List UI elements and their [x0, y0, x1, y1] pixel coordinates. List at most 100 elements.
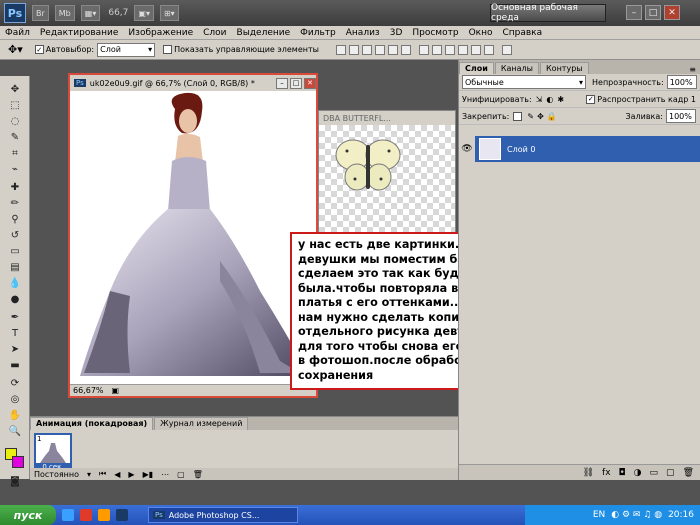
autoselect-checkbox[interactable]: ✓: [34, 45, 44, 54]
panel-menu-icon[interactable]: ≡: [689, 65, 696, 74]
quick-select-tool-icon[interactable]: ✎: [7, 130, 23, 144]
eraser-tool-icon[interactable]: ▭: [7, 244, 23, 258]
align-top-icon[interactable]: [335, 44, 346, 55]
eyedropper-tool-icon[interactable]: ⌁: [7, 162, 23, 176]
menu-edit[interactable]: Редактирование: [35, 28, 124, 38]
firefox-icon[interactable]: [98, 509, 110, 521]
distribute-left-icon[interactable]: [457, 44, 468, 55]
photoshop-quicklaunch-icon[interactable]: [116, 509, 128, 521]
menu-file[interactable]: Файл: [0, 28, 35, 38]
bridge-button[interactable]: Br: [32, 5, 49, 21]
background-color-swatch[interactable]: [12, 456, 24, 468]
layer-row[interactable]: 👁 Слой 0: [459, 136, 700, 162]
document-title-butterfly[interactable]: DBA BUTTERFL...: [319, 111, 455, 125]
fill-input[interactable]: 100%: [666, 109, 696, 123]
propagate-checkbox[interactable]: ✓: [586, 94, 596, 104]
show-controls-checkbox[interactable]: [163, 45, 173, 54]
3d-orbit-tool-icon[interactable]: ◎: [7, 392, 23, 406]
start-button[interactable]: пуск: [0, 505, 56, 525]
tab-layers[interactable]: Слои: [459, 62, 494, 74]
lock-pixels-icon[interactable]: ✎: [527, 112, 534, 121]
arrange-documents-button[interactable]: ▣▾: [134, 5, 154, 21]
gradient-tool-icon[interactable]: ▤: [7, 260, 23, 274]
lock-all-icon[interactable]: 🔒: [547, 112, 557, 121]
new-layer-icon[interactable]: ▢: [666, 468, 675, 478]
distribute-top-icon[interactable]: [418, 44, 429, 55]
tray-icons[interactable]: ◐ ⚙ ✉ ♫ ◍: [611, 510, 662, 520]
menu-3d[interactable]: 3D: [385, 28, 408, 38]
minimize-button[interactable]: –: [626, 5, 642, 20]
menu-select[interactable]: Выделение: [232, 28, 296, 38]
next-frame-icon[interactable]: ▶▮: [143, 470, 154, 479]
eye-icon[interactable]: 👁: [459, 136, 475, 162]
layer-name[interactable]: Слой 0: [507, 145, 535, 154]
tween-icon[interactable]: ⋯: [161, 470, 169, 479]
doc-minimize-button[interactable]: –: [276, 77, 288, 89]
unify-position-icon[interactable]: ⇲: [536, 95, 543, 104]
3d-rotate-tool-icon[interactable]: ⟳: [7, 376, 23, 390]
quick-mask-icon[interactable]: ◙: [7, 474, 23, 488]
auto-align-icon[interactable]: [501, 44, 512, 55]
ie-icon[interactable]: [62, 509, 74, 521]
link-layers-icon[interactable]: ⛓: [583, 468, 594, 478]
autoselect-dropdown[interactable]: Слой ▾: [97, 42, 156, 57]
delete-frame-icon[interactable]: 🗑: [193, 470, 203, 479]
view-extras-button[interactable]: ▦▾: [80, 5, 101, 21]
play-icon[interactable]: ▶: [128, 470, 134, 479]
taskbar-photoshop[interactable]: Ps Adobe Photoshop CS...: [148, 507, 298, 523]
move-tool-icon[interactable]: ✥▾: [8, 43, 23, 56]
restore-button[interactable]: □: [645, 5, 661, 20]
clone-stamp-tool-icon[interactable]: ⚲: [7, 212, 23, 226]
align-right-icon[interactable]: [400, 44, 411, 55]
duplicate-frame-icon[interactable]: ▢: [177, 470, 185, 479]
blend-mode-dropdown[interactable]: Обычные ▾: [462, 75, 586, 89]
hand-tool-icon[interactable]: ✋: [7, 408, 23, 422]
history-brush-tool-icon[interactable]: ↺: [7, 228, 23, 242]
menu-filter[interactable]: Фильтр: [295, 28, 341, 38]
menu-analysis[interactable]: Анализ: [341, 28, 385, 38]
menu-layers[interactable]: Слои: [198, 28, 231, 38]
unify-visibility-icon[interactable]: ◐: [546, 95, 553, 104]
document-titlebar[interactable]: Ps uk02e0u9.gif @ 66,7% (Слой 0, RGB/8) …: [70, 75, 316, 91]
healing-brush-tool-icon[interactable]: ✚: [7, 180, 23, 194]
path-selection-tool-icon[interactable]: ➤: [7, 342, 23, 356]
first-frame-icon[interactable]: ⏮: [99, 469, 106, 479]
menu-image[interactable]: Изображение: [123, 28, 198, 38]
lock-position-icon[interactable]: ✥: [537, 112, 544, 121]
align-left-icon[interactable]: [374, 44, 385, 55]
trash-icon[interactable]: 🗑: [683, 468, 694, 478]
document-window-main[interactable]: Ps uk02e0u9.gif @ 66,7% (Слой 0, RGB/8) …: [68, 73, 318, 398]
move-tool-icon[interactable]: ✥: [7, 82, 23, 96]
opacity-input[interactable]: 100%: [666, 75, 697, 89]
align-bottom-icon[interactable]: [361, 44, 372, 55]
statusbar-info-icon[interactable]: ▣: [112, 386, 120, 395]
zoom-tool-icon[interactable]: 🔍: [7, 424, 23, 438]
workspace-switcher[interactable]: Основная рабочая среда: [490, 3, 606, 23]
marquee-tool-icon[interactable]: ⬚: [7, 98, 23, 112]
distribute-right-icon[interactable]: [483, 44, 494, 55]
distribute-hcenter-icon[interactable]: [470, 44, 481, 55]
lasso-tool-icon[interactable]: ◌: [7, 114, 23, 128]
loop-options[interactable]: Постоянно: [34, 470, 79, 479]
unify-style-icon[interactable]: ✱: [557, 95, 564, 104]
layer-style-icon[interactable]: fx: [602, 468, 611, 478]
document-window-butterfly[interactable]: DBA BUTTERFL...: [318, 110, 456, 250]
document-zoom[interactable]: 66,67%: [73, 386, 104, 395]
adjustment-layer-icon[interactable]: ◑: [634, 468, 642, 478]
tab-channels[interactable]: Каналы: [494, 62, 539, 74]
shape-tool-icon[interactable]: ▬: [7, 358, 23, 372]
lock-transparency-icon[interactable]: [513, 111, 523, 121]
distribute-vcenter-icon[interactable]: [431, 44, 442, 55]
prev-frame-icon[interactable]: ◀: [114, 470, 120, 479]
distribute-bottom-icon[interactable]: [444, 44, 455, 55]
doc-close-button[interactable]: ✕: [304, 77, 316, 89]
doc-maximize-button[interactable]: □: [290, 77, 302, 89]
screen-mode-button[interactable]: ⊞▾: [159, 5, 179, 21]
animation-frame[interactable]: 1 0 сек.: [34, 433, 72, 473]
chevron-down-icon[interactable]: ▾: [87, 470, 91, 479]
new-group-icon[interactable]: ▭: [650, 468, 659, 478]
menu-window[interactable]: Окно: [464, 28, 498, 38]
opera-icon[interactable]: [80, 509, 92, 521]
crop-tool-icon[interactable]: ⌗: [7, 146, 23, 160]
align-vcenter-icon[interactable]: [348, 44, 359, 55]
